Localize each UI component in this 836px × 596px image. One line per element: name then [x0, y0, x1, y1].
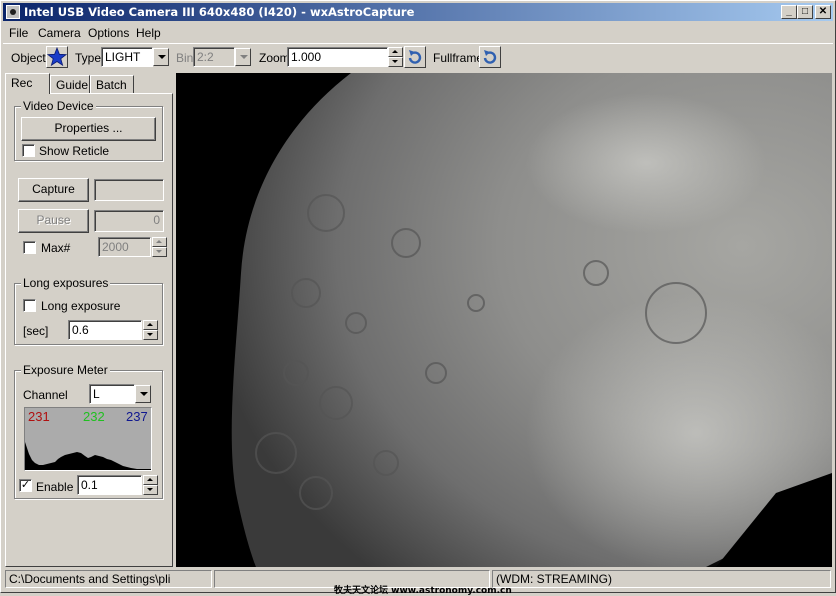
- video-preview[interactable]: [176, 73, 832, 567]
- max-input[interactable]: 2000: [98, 237, 151, 257]
- spin-up-icon[interactable]: [143, 475, 158, 485]
- window-title: Intel USB Video Camera III 640x480 (I420…: [24, 5, 415, 19]
- rotate-icon: [408, 50, 422, 64]
- minimize-button[interactable]: _: [781, 5, 797, 19]
- tab-batch[interactable]: Batch: [90, 75, 134, 93]
- sec-label: [sec]: [23, 324, 49, 338]
- menu-camera[interactable]: Camera: [38, 26, 81, 40]
- menu-bar: File Camera Options Help: [3, 23, 833, 41]
- spin-down-icon[interactable]: [388, 57, 403, 67]
- histogram-red-value: 231: [28, 409, 50, 424]
- spin-up-icon[interactable]: [388, 47, 403, 57]
- histogram-blue-value: 237: [126, 409, 148, 424]
- zoom-label: Zoom: [259, 51, 290, 65]
- spin-up-icon[interactable]: [152, 237, 167, 247]
- channel-label: Channel: [23, 388, 68, 402]
- properties-button[interactable]: Properties ...: [21, 117, 156, 141]
- tab-guide[interactable]: Guide: [50, 75, 90, 93]
- long-exposure-label: Long exposure: [41, 299, 121, 313]
- fullframe-label: Fullframe: [433, 51, 484, 65]
- app-window: Intel USB Video Camera III 640x480 (I420…: [0, 0, 836, 596]
- channel-select[interactable]: L: [89, 384, 135, 404]
- rotate-icon: [483, 50, 497, 64]
- chevron-down-icon[interactable]: [235, 48, 251, 66]
- type-label: Type: [75, 51, 102, 65]
- capture-button[interactable]: Capture: [18, 178, 89, 202]
- histogram-green-value: 232: [83, 409, 105, 424]
- max-label: Max#: [41, 241, 71, 255]
- chevron-down-icon[interactable]: [135, 385, 151, 403]
- title-bar[interactable]: Intel USB Video Camera III 640x480 (I420…: [3, 3, 833, 21]
- long-exposure-checkbox[interactable]: [23, 299, 36, 312]
- status-stream: (WDM: STREAMING): [492, 570, 831, 588]
- show-reticle-checkbox[interactable]: [22, 144, 35, 157]
- chevron-down-icon[interactable]: [153, 48, 169, 66]
- spin-up-icon[interactable]: [143, 320, 158, 330]
- maximize-button[interactable]: □: [797, 5, 813, 19]
- show-reticle-label: Show Reticle: [39, 144, 110, 158]
- long-exposures-title: Long exposures: [21, 276, 111, 290]
- enable-label: Enable: [36, 480, 74, 494]
- watermark: 牧夫天文论坛 www.astronomy.com.cn: [334, 586, 512, 596]
- zoom-reset-button[interactable]: [404, 46, 426, 68]
- sec-spinner[interactable]: [143, 320, 158, 340]
- enable-checkbox[interactable]: ✓: [19, 479, 32, 492]
- menu-file[interactable]: File: [9, 26, 28, 40]
- bin-select[interactable]: 2:2: [193, 47, 235, 67]
- max-spinner[interactable]: [152, 237, 167, 257]
- camera-app-icon[interactable]: [6, 5, 20, 19]
- enable-spinner[interactable]: [143, 475, 158, 495]
- object-button[interactable]: [46, 46, 68, 68]
- max-checkbox[interactable]: [23, 241, 36, 254]
- bin-label: Bin: [176, 51, 194, 65]
- sec-input[interactable]: 0.6: [68, 320, 142, 340]
- exposure-meter-title: Exposure Meter: [21, 363, 110, 377]
- spin-down-icon[interactable]: [143, 485, 158, 495]
- spin-down-icon[interactable]: [143, 330, 158, 340]
- close-button[interactable]: ✕: [815, 5, 831, 19]
- enable-threshold-input[interactable]: 0.1: [77, 475, 142, 495]
- moon-image: [176, 73, 832, 567]
- toolbar: Object Type LIGHT Bin 2:2 Zoom 1.000 Ful…: [3, 43, 833, 72]
- histogram: 231 232 237: [24, 407, 152, 471]
- zoom-spinner[interactable]: [388, 47, 403, 67]
- menu-help[interactable]: Help: [136, 26, 161, 40]
- object-label: Object: [11, 51, 46, 65]
- type-select[interactable]: LIGHT: [101, 47, 153, 67]
- pause-counter: 0: [94, 210, 164, 232]
- fullframe-button[interactable]: [479, 46, 501, 68]
- star-icon: [46, 46, 68, 67]
- pause-button[interactable]: Pause: [18, 209, 89, 233]
- tab-rec[interactable]: Rec: [5, 73, 50, 94]
- status-path: C:\Documents and Settings\pli: [5, 570, 212, 588]
- capture-field: [94, 179, 164, 201]
- menu-options[interactable]: Options: [88, 26, 129, 40]
- spin-down-icon[interactable]: [152, 247, 167, 257]
- video-device-title: Video Device: [21, 99, 96, 113]
- zoom-input[interactable]: 1.000: [287, 47, 388, 67]
